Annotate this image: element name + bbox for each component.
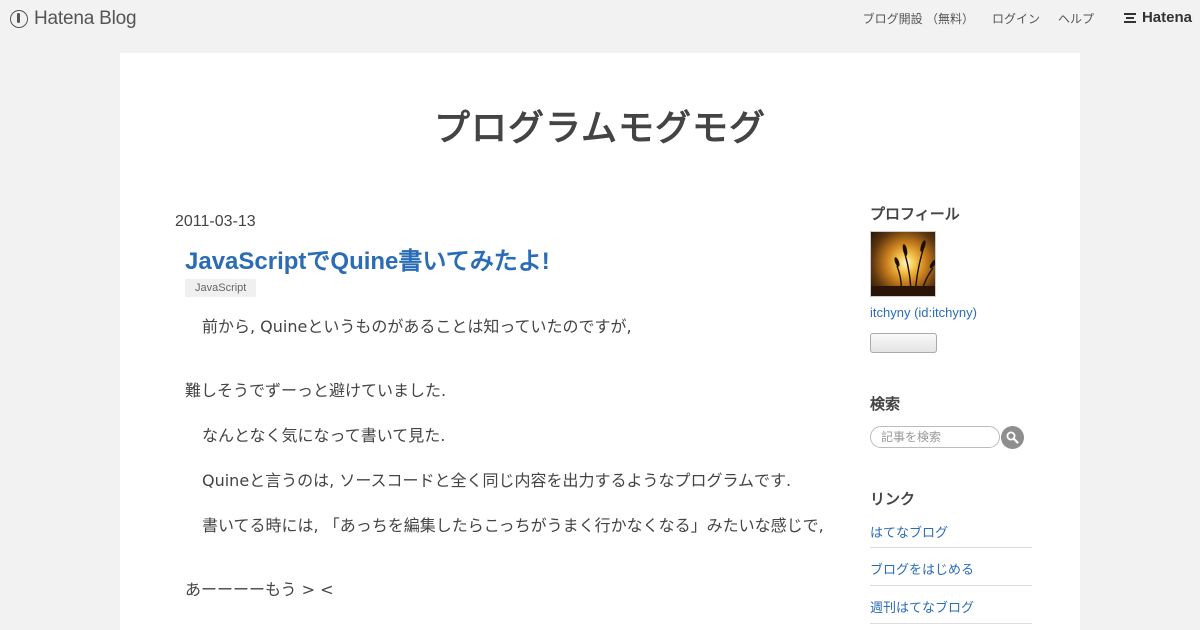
category-tag[interactable]: JavaScript [185,279,257,297]
search-input[interactable] [870,426,1000,448]
hatena-logo-text: Hatena [1141,9,1192,26]
entry-paragraph: 書いてる時には, 「あっちを編集したらこっちがうまく行かなくなる」みたいな感じで… [202,516,824,535]
wheat-field-image [871,240,935,296]
link-start-blog[interactable]: ブログをはじめる [870,548,1032,586]
profile-module-title: プロフィール [870,205,960,223]
global-nav: ブログ開設 （無料） ログイン ヘルプ [863,10,1094,27]
entry-paragraph: 前から, Quineというものがあることは知っていたのですが, [202,317,632,336]
entry-paragraph: なんとなく気になって書いて見た. [202,426,446,445]
follow-button[interactable] [870,333,937,353]
profile-name-link[interactable]: itchyny (id:itchyny) [870,305,977,320]
blog-title[interactable]: プログラムモグモグ [120,99,1080,151]
global-header: Hatena Blog ブログ開設 （無料） ログイン ヘルプ Hatena [0,0,1200,38]
links-module-title: リンク [870,490,916,508]
entry-paragraph: あーーーーもう > < [185,580,334,599]
blog-container: プログラムモグモグ 2011-03-13 JavaScriptでQuine書いて… [120,53,1080,630]
link-list: はてなブログ ブログをはじめる 週刊はてなブログ [870,511,1032,624]
search-icon [1006,431,1019,444]
sidebar: プロフィール itchyny (id:itchyny) 検索 記事を検索 リンク… [870,203,1032,624]
entry-content: 前から, Quineというものがあることは知っていたのですが, 難しそうでずーっ… [185,311,830,606]
search-module-title: 検索 [870,395,901,413]
entry-paragraph: 難しそうでずーっと避けていました. [185,381,447,400]
hatena-logo[interactable]: Hatena [1123,9,1192,26]
hatena-pen-icon [10,10,28,28]
link-weekly-hatena-blog[interactable]: 週刊はてなブログ [870,586,1032,624]
nav-create-blog-link[interactable]: ブログ開設 （無料） [863,10,974,27]
link-hatena-blog[interactable]: はてなブログ [870,511,1032,548]
entry-title[interactable]: JavaScriptでQuine書いてみたよ! [185,241,550,276]
entry-paragraph: Quineと言うのは, ソースコードと全く同じ内容を出力するようなプログラムです… [202,471,792,490]
hatena-blog-logo-text: Hatena Blog [34,8,137,29]
search-button[interactable] [1001,426,1024,449]
nav-help-link[interactable]: ヘルプ [1058,10,1094,27]
hatena-lines-icon [1123,12,1138,23]
nav-login-link[interactable]: ログイン [992,10,1040,27]
hatena-blog-logo[interactable]: Hatena Blog [10,8,137,30]
entry-date[interactable]: 2011-03-13 [175,213,256,231]
profile-avatar[interactable] [870,231,936,297]
